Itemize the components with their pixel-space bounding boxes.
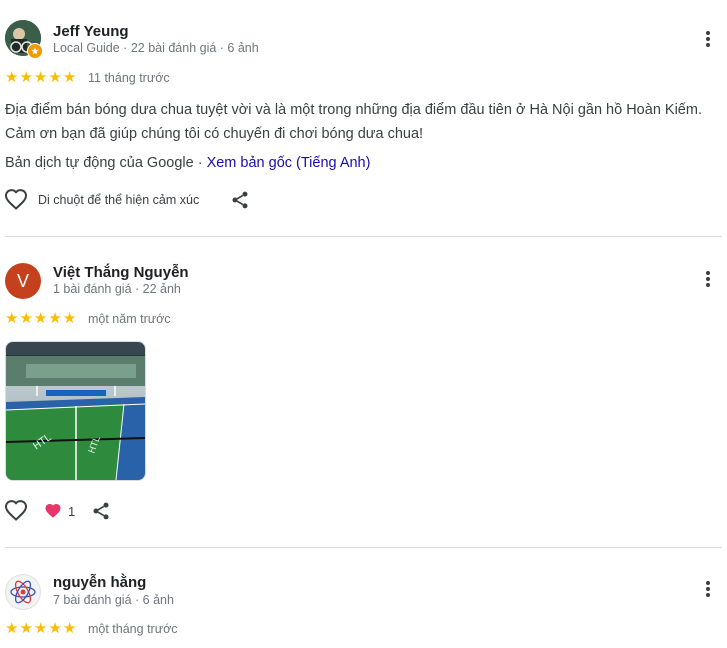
star-icon: ★ bbox=[33, 69, 48, 86]
more-vert-icon[interactable] bbox=[700, 579, 716, 603]
heart-filled-icon[interactable] bbox=[44, 502, 62, 520]
review-text: Địa điểm bán bóng dưa chua tuyệt vời và … bbox=[5, 102, 702, 142]
review-date: 11 tháng trước bbox=[88, 71, 170, 85]
star-icon: ★ bbox=[62, 69, 77, 86]
review-date: một tháng trước bbox=[88, 622, 178, 636]
more-vert-icon[interactable] bbox=[700, 269, 716, 293]
atom-icon bbox=[10, 580, 36, 604]
more-vert-icon[interactable] bbox=[700, 29, 716, 53]
star-icon: ★ bbox=[19, 69, 33, 86]
share-icon[interactable] bbox=[91, 501, 111, 521]
star-rating: ★ ★ ★ ★ ★ bbox=[5, 70, 76, 85]
review-actions: 1 bbox=[4, 499, 111, 523]
avatar[interactable] bbox=[5, 574, 41, 610]
local-guide-badge-icon bbox=[27, 43, 43, 59]
star-icon: ★ bbox=[48, 69, 62, 86]
star-icon: ★ bbox=[62, 620, 77, 637]
star-icon: ★ bbox=[48, 310, 62, 327]
star-icon: ★ bbox=[5, 620, 19, 637]
star-icon: ★ bbox=[19, 310, 33, 327]
star-icon: ★ bbox=[48, 620, 62, 637]
review-photo[interactable]: HTL HTL bbox=[5, 341, 146, 481]
avatar[interactable]: V bbox=[5, 263, 41, 299]
translation-prefix: Bản dịch tự động của Google · bbox=[5, 155, 207, 171]
reviewer-name[interactable]: Việt Thắng Nguyễn bbox=[53, 264, 189, 281]
reviewer-name[interactable]: nguyễn hằng bbox=[53, 574, 146, 591]
star-icon: ★ bbox=[62, 310, 77, 327]
star-rating: ★ ★ ★ ★ ★ bbox=[5, 621, 76, 636]
reaction-count: 1 bbox=[68, 503, 76, 519]
star-icon: ★ bbox=[33, 310, 48, 327]
reviewer-meta[interactable]: Local Guide · 22 bài đánh giá · 6 ảnh bbox=[53, 41, 259, 55]
reaction-hint: Di chuột để thể hiện cảm xúc bbox=[38, 193, 200, 207]
view-original-link[interactable]: Xem bản gốc (Tiếng Anh) bbox=[207, 155, 371, 171]
star-icon: ★ bbox=[33, 620, 48, 637]
star-rating: ★ ★ ★ ★ ★ bbox=[5, 311, 76, 326]
divider bbox=[5, 236, 722, 237]
reviewer-name[interactable]: Jeff Yeung bbox=[53, 23, 129, 40]
review-actions: Di chuột để thể hiện cảm xúc bbox=[4, 188, 250, 212]
avatar-letter: V bbox=[16, 270, 29, 291]
share-icon[interactable] bbox=[230, 190, 250, 210]
star-icon: ★ bbox=[19, 620, 33, 637]
divider bbox=[5, 547, 722, 548]
translation-note: Bản dịch tự động của Google · Xem bản gố… bbox=[5, 155, 370, 171]
reviewer-meta[interactable]: 7 bài đánh giá · 6 ảnh bbox=[53, 593, 174, 607]
reviewer-meta[interactable]: 1 bài đánh giá · 22 ảnh bbox=[53, 282, 181, 296]
heart-outline-icon[interactable] bbox=[4, 499, 28, 523]
star-icon: ★ bbox=[5, 310, 19, 327]
review-date: một năm trước bbox=[88, 312, 171, 326]
star-icon: ★ bbox=[5, 69, 19, 86]
heart-outline-icon[interactable] bbox=[4, 188, 28, 212]
